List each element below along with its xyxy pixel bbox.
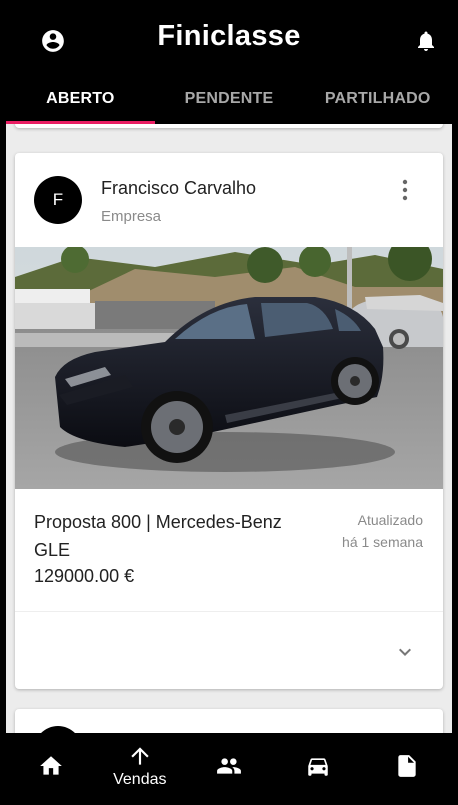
tab-bar: ABERTO PENDENTE PARTILHADO [6, 74, 452, 124]
updated-time: há 1 semana [342, 534, 423, 550]
car-photo[interactable] [15, 247, 443, 489]
divider [15, 611, 443, 612]
bottom-navigation: Vendas [6, 733, 452, 799]
tab-aberto[interactable]: ABERTO [6, 74, 155, 124]
car-icon [308, 758, 328, 776]
home-icon [39, 756, 62, 775]
document-icon [398, 755, 417, 777]
nav-vendas[interactable]: Vendas [95, 733, 184, 799]
listing-price: 129000.00 € [34, 566, 135, 586]
tab-pendente[interactable]: PENDENTE [155, 74, 304, 124]
avatar: F [34, 176, 82, 224]
updated-label: Atualizado [357, 512, 423, 528]
listing-card[interactable]: F Francisco Carvalho Empresa Proposta 80… [15, 153, 443, 689]
nav-home[interactable] [6, 733, 95, 799]
nav-people[interactable] [184, 733, 273, 799]
app-bar: Finiclasse ABERTO PENDENTE PARTILHADO [6, 6, 452, 124]
chevron-down-icon[interactable] [393, 640, 417, 664]
people-icon [217, 758, 241, 774]
nav-documents[interactable] [363, 733, 452, 799]
nav-cars[interactable] [274, 733, 363, 799]
brand-title: Finiclasse [157, 20, 301, 52]
listing-feed[interactable]: F Francisco Carvalho Empresa Proposta 80… [6, 124, 452, 733]
nav-label-vendas: Vendas [113, 771, 167, 788]
tab-partilhado[interactable]: PARTILHADO [303, 74, 452, 124]
poster-role: Empresa [101, 208, 162, 225]
arrow-up-icon [131, 747, 149, 765]
avatar [34, 726, 82, 733]
listing-title: Proposta 800 | Mercedes-Benz GLE [34, 512, 282, 560]
more-vert-icon[interactable] [397, 177, 413, 203]
top-bar: Finiclasse [6, 6, 452, 74]
previous-card[interactable] [15, 124, 443, 128]
updated-timestamp: Atualizado há 1 semana [342, 509, 423, 553]
app-frame: Finiclasse ABERTO PENDENTE PARTILHADO F … [6, 6, 452, 799]
bell-icon[interactable] [414, 28, 438, 54]
poster-name: Francisco Carvalho [101, 178, 257, 198]
next-card[interactable] [15, 709, 443, 733]
